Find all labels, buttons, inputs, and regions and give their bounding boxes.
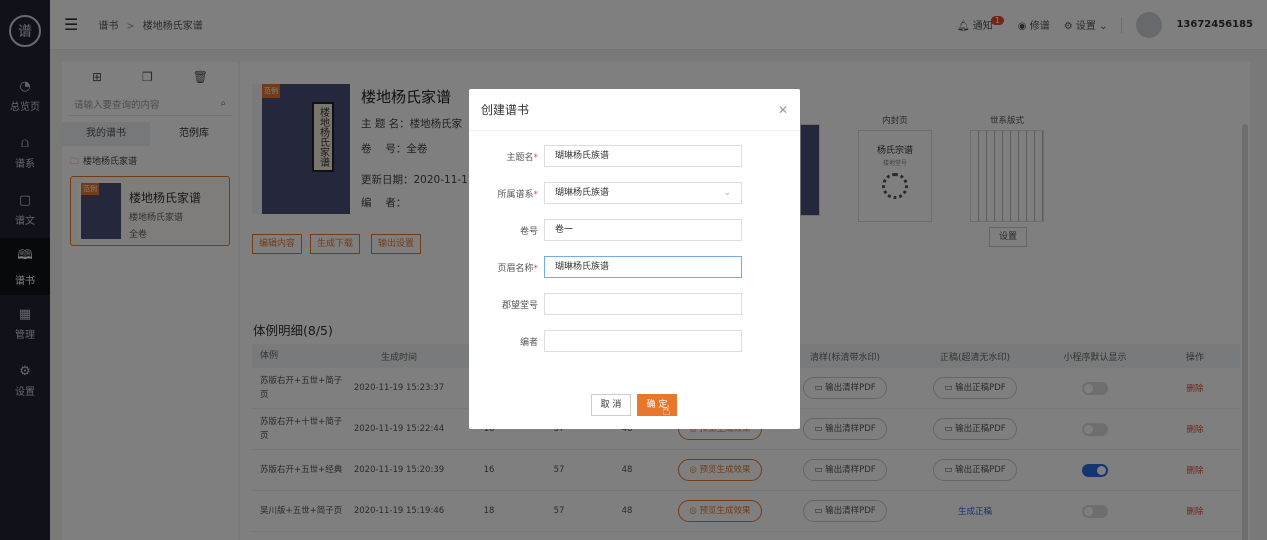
topic-name-input[interactable]: 瑚琳杨氏族谱 [544, 145, 742, 167]
cancel-button[interactable]: 取 消 [591, 394, 631, 416]
lineage-select[interactable]: 瑚琳杨氏族谱 ⌄ [544, 182, 742, 204]
form-row-lineage: 所属谱系* 瑚琳杨氏族谱 ⌄ [469, 182, 800, 204]
hall-name-input[interactable] [544, 293, 742, 315]
field-label-text: 卷号 [519, 226, 538, 237]
field-label-text: 主题名 [506, 152, 534, 163]
field-label: 所属谱系* [469, 187, 544, 200]
confirm-button[interactable]: 确 定 [637, 394, 677, 416]
field-label: 页眉名称* [469, 261, 544, 274]
field-label: 编者 [469, 335, 544, 348]
form-row-header-name: 页眉名称* 瑚琳杨氏族谱 [469, 256, 800, 278]
field-label-text: 编者 [519, 337, 538, 348]
form-row-hall: 郡望堂号 [469, 293, 800, 315]
chevron-down-icon: ⌄ [723, 188, 731, 198]
header-name-input[interactable]: 瑚琳杨氏族谱 [544, 256, 742, 278]
field-label-text: 郡望堂号 [501, 300, 538, 311]
field-label: 郡望堂号 [469, 298, 544, 311]
hand-cursor-icon: ☝ [662, 403, 671, 419]
field-label-text: 所属谱系 [497, 189, 534, 200]
field-label: 主题名* [469, 150, 544, 163]
create-book-dialog: 创建谱书 ✕ 主题名* 瑚琳杨氏族谱 所属谱系* 瑚琳杨氏族谱 ⌄ 卷号 卷一 页… [469, 89, 800, 429]
volume-value: 卷一 [555, 225, 574, 235]
field-label-text: 页眉名称 [497, 263, 534, 274]
app-window: 谱 ◔ 总览页 ⩍ 谱系 ▢ 谱文 🕮 谱书 ▦ 管理 ⚙ 设置 ☰ 谱书>楼地… [0, 0, 1267, 540]
topic-name-value: 瑚琳杨氏族谱 [555, 151, 610, 161]
header-name-value: 瑚琳杨氏族谱 [555, 262, 610, 272]
form-row-topic: 主题名* 瑚琳杨氏族谱 [469, 145, 800, 167]
field-label: 卷号 [469, 224, 544, 237]
volume-input[interactable]: 卷一 [544, 219, 742, 241]
required-mark: * [533, 263, 539, 274]
form-row-volume: 卷号 卷一 [469, 219, 800, 241]
lineage-select-value: 瑚琳杨氏族谱 [555, 188, 610, 198]
close-icon[interactable]: ✕ [778, 103, 788, 117]
dialog-title: 创建谱书 [481, 103, 530, 117]
form-row-editor: 编者 [469, 330, 800, 352]
dialog-header: 创建谱书 ✕ [469, 89, 800, 131]
required-mark: * [533, 152, 539, 163]
editor-input[interactable] [544, 330, 742, 352]
required-mark: * [533, 189, 539, 200]
